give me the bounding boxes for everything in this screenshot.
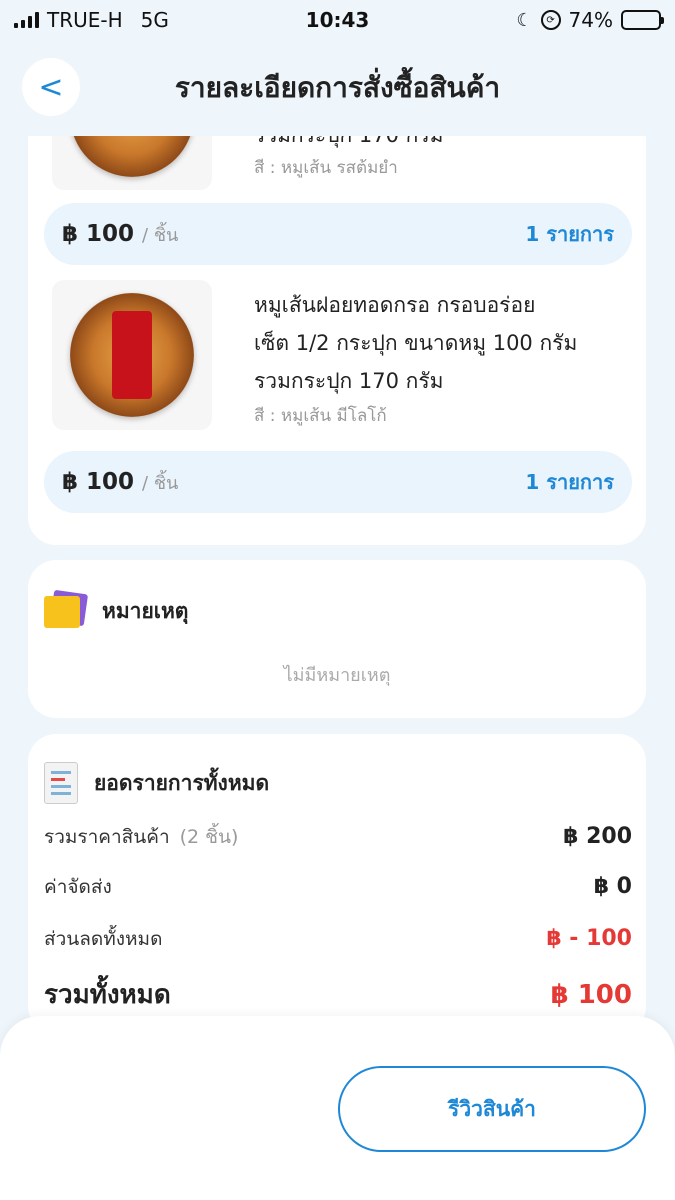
price-amount: ฿ 100	[62, 220, 135, 247]
status-right: ☾ ⟳ 74%	[516, 8, 664, 32]
status-bar: TRUE-H 5G 10:43 ☾ ⟳ 74%	[0, 0, 675, 40]
product-name-line: รวมกระปุก 170 กรัม	[254, 369, 444, 393]
product-bowl-image	[70, 293, 194, 417]
page-title: รายละเอียดการสั่งซื้อสินค้า	[174, 71, 501, 104]
shipping-row: ค่าจัดส่ง ฿ 0	[44, 872, 632, 902]
price: ฿ 100 / ชิ้น	[62, 220, 178, 249]
product-variant: สี : หมูเส้น รสต้มยำ	[254, 158, 398, 178]
subtotal-row: รวมราคาสินค้า (2 ชิ้น) ฿ 200	[44, 822, 632, 852]
product-name: หมูเส้นฝอยทอดกรอ กรอบอร่อย เซ็ต 1/2 กระป…	[254, 286, 634, 400]
product-name-line: หมูเส้นฝอยทอดกรอ กรอบอร่อย	[254, 293, 536, 317]
product-variant: สี : หมูเส้น มีโลโก้	[254, 406, 387, 426]
subtotal-count: (2 ชิ้น)	[179, 826, 239, 848]
product-image	[52, 280, 212, 430]
total-value: ฿ 100	[550, 980, 632, 1010]
subtotal-value: ฿ 200	[563, 824, 632, 849]
summary-title: ยอดรายการทั้งหมด	[94, 770, 270, 795]
moon-icon: ☾	[516, 9, 533, 31]
rotation-lock-icon: ⟳	[540, 10, 561, 30]
product-name-line: เซ็ต 1/2 กระปุก ขนาดหมู 100 กรัม	[254, 331, 578, 355]
summary-card: ยอดรายการทั้งหมด รวมราคาสินค้า (2 ชิ้น) ฿…	[28, 734, 646, 1034]
note-card: หมายเหตุ ไม่มีหมายเหตุ	[28, 560, 646, 718]
total-row: รวมทั้งหมด ฿ 100	[44, 974, 632, 1015]
discount-value: ฿ - 100	[546, 926, 632, 951]
discount-row: ส่วนลดทั้งหมด ฿ - 100	[44, 924, 632, 954]
status-left: TRUE-H 5G	[14, 8, 169, 32]
subtotal-label-text: รวมราคาสินค้า	[44, 826, 170, 848]
subtotal-label: รวมราคาสินค้า (2 ชิ้น)	[44, 822, 238, 852]
product-label-graphic	[112, 311, 152, 399]
products-card: รวมกระปุก 170 กรัม สี : หมูเส้น รสต้มยำ …	[28, 40, 646, 545]
price-bar: ฿ 100 / ชิ้น 1 รายการ	[44, 451, 632, 513]
back-button[interactable]: <	[22, 58, 80, 116]
note-empty-text: ไม่มีหมายเหตุ	[283, 665, 391, 686]
price-unit: / ชิ้น	[142, 472, 179, 494]
header: < รายละเอียดการสั่งซื้อสินค้า	[0, 40, 675, 136]
chevron-left-icon: <	[38, 69, 64, 105]
document-icon	[44, 762, 78, 804]
battery-percent: 74%	[568, 8, 613, 32]
shipping-value: ฿ 0	[593, 874, 632, 899]
battery-icon	[621, 10, 664, 30]
quantity-count: 1 รายการ	[525, 222, 614, 246]
price-bar: ฿ 100 / ชิ้น 1 รายการ	[44, 203, 632, 265]
price: ฿ 100 / ชิ้น	[62, 468, 178, 497]
quantity-count: 1 รายการ	[525, 470, 614, 494]
note-title: หมายเหตุ	[102, 598, 189, 623]
sticky-note-icon	[44, 589, 89, 630]
network-type: 5G	[140, 8, 169, 32]
shipping-label: ค่าจัดส่ง	[44, 876, 112, 898]
total-label: รวมทั้งหมด	[44, 980, 171, 1010]
signal-icon	[14, 12, 39, 28]
summary-header: ยอดรายการทั้งหมด	[44, 762, 269, 804]
price-amount: ฿ 100	[62, 468, 135, 495]
carrier-name: TRUE-H	[47, 8, 123, 32]
price-unit: / ชิ้น	[142, 224, 179, 246]
bottom-action-bar: รีวิวสินค้า	[0, 1016, 675, 1200]
review-product-button[interactable]: รีวิวสินค้า	[338, 1066, 646, 1152]
note-header: หมายเหตุ	[44, 589, 189, 630]
discount-label: ส่วนลดทั้งหมด	[44, 928, 163, 950]
